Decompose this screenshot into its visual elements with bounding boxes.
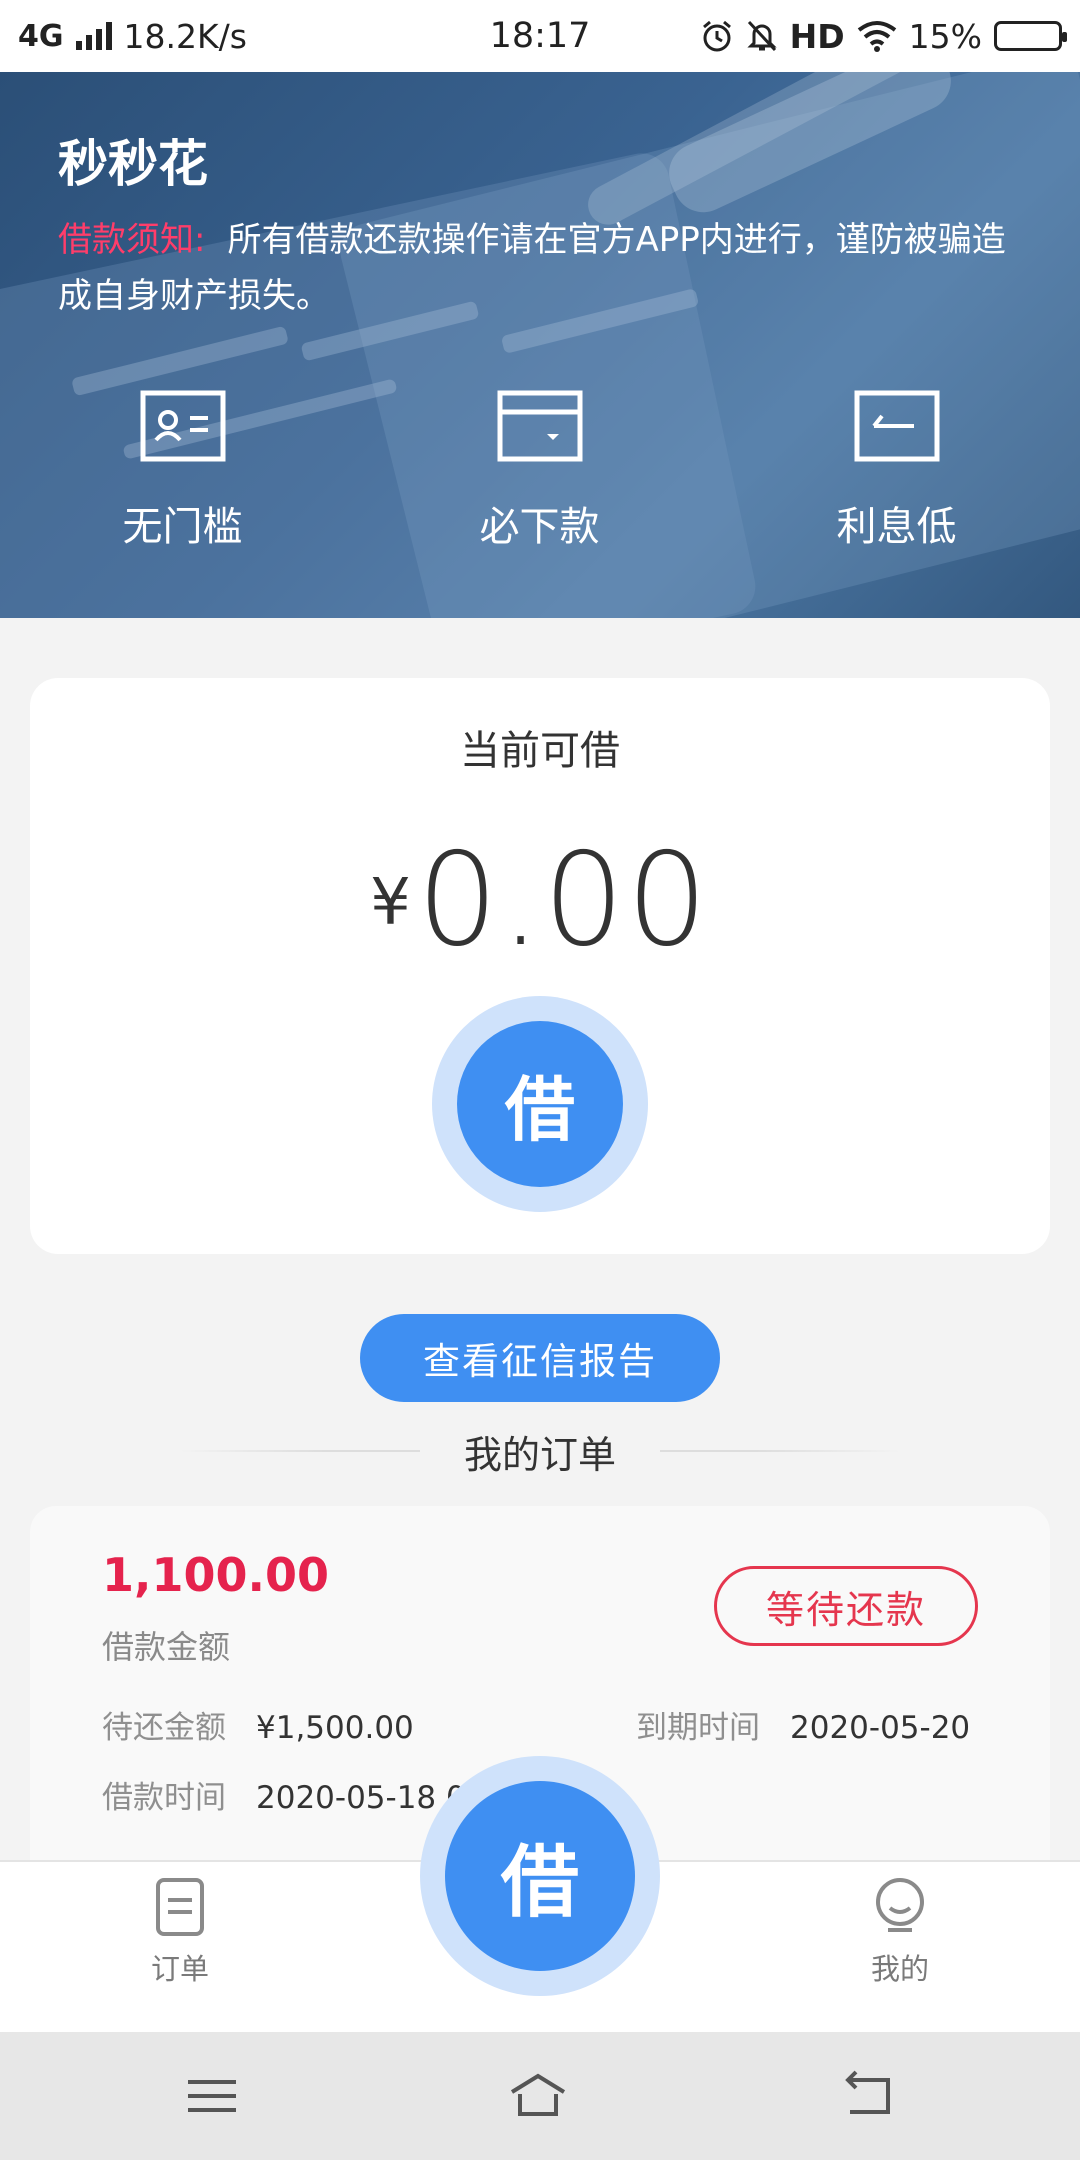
signal-icon: [75, 22, 112, 50]
feature-low-interest: 利息低: [718, 390, 1075, 552]
alarm-icon: [702, 20, 731, 52]
credit-amount-value: 0.00: [416, 826, 710, 975]
status-right: HD 15%: [700, 16, 1067, 56]
user-profile-icon: [876, 1878, 924, 1932]
divider: [660, 1450, 901, 1452]
due-amount-row: 待还金额 ¥1,500.00: [102, 1702, 414, 1747]
menu-icon[interactable]: [182, 2070, 242, 2122]
order-amount: 1,100.00: [102, 1548, 329, 1602]
tab-mine[interactable]: 我的: [830, 1876, 970, 1988]
tab-mine-label: 我的: [870, 1952, 929, 1986]
loan-notice: 借款须知: 所有借款还款操作请在官方APP内进行，谨防被骗造成自身财产损失。: [58, 212, 1028, 324]
available-credit-title: 当前可借: [460, 728, 620, 774]
status-bar: 4G 18.2K/s 18:17 HD 15%: [0, 0, 1080, 72]
orders-section-header: 我的订单: [180, 1420, 901, 1482]
back-icon[interactable]: [838, 2070, 898, 2122]
feature-row: 无门槛 必下款 利息低: [0, 390, 1080, 552]
tab-orders[interactable]: 订单: [110, 1876, 250, 1988]
due-amount-label: 待还金额: [102, 1710, 226, 1746]
card-return-icon: [854, 390, 939, 462]
hd-indicator: HD: [789, 16, 845, 56]
network-type: 4G: [18, 18, 64, 54]
due-date-value: 2020-05-20: [790, 1710, 971, 1746]
borrow-fab-button[interactable]: 借: [420, 1756, 660, 1996]
wallet-icon: [497, 390, 582, 462]
notice-label: 借款须知:: [58, 220, 206, 260]
battery-icon: [994, 21, 1067, 51]
due-date-label: 到期时间: [636, 1710, 760, 1746]
available-credit-amount: ¥0.00: [30, 826, 1050, 975]
tab-orders-label: 订单: [150, 1952, 209, 1986]
home-icon[interactable]: [508, 2070, 568, 2122]
due-amount-value: ¥1,500.00: [256, 1710, 414, 1746]
orders-title: 我的订单: [464, 1432, 617, 1477]
loan-time-value: 2020-05-18 0: [256, 1780, 466, 1816]
id-card-icon: [140, 390, 225, 462]
due-date-row: 到期时间 2020-05-20: [636, 1702, 970, 1747]
order-list-icon: [156, 1878, 204, 1936]
loan-time-label: 借款时间: [102, 1780, 226, 1816]
currency-symbol: ¥: [370, 866, 411, 940]
wifi-icon: [857, 21, 896, 52]
feature-label: 无门槛: [122, 504, 243, 550]
app-title: 秒秒花: [58, 135, 208, 193]
feature-guaranteed: 必下款: [361, 390, 718, 552]
borrow-fab-label: 借: [445, 1781, 635, 1971]
loan-time-row: 借款时间 2020-05-18 0: [102, 1772, 466, 1817]
status-left: 4G 18.2K/s: [18, 17, 247, 56]
order-status-badge[interactable]: 等待还款: [714, 1566, 978, 1646]
order-amount-label: 借款金额: [102, 1628, 231, 1666]
mute-bell-icon: [747, 20, 777, 52]
feature-label: 利息低: [836, 504, 957, 550]
network-speed: 18.2K/s: [123, 16, 247, 56]
divider: [180, 1450, 420, 1452]
borrow-button-label: 借: [457, 1021, 623, 1187]
feature-no-threshold: 无门槛: [4, 390, 361, 552]
feature-label: 必下款: [479, 504, 600, 550]
system-navigation-bar: [0, 2032, 1080, 2160]
available-credit-card: 当前可借 ¥0.00 借: [30, 678, 1050, 1254]
view-credit-report-button[interactable]: 查看征信报告: [360, 1314, 720, 1402]
hero-banner: 秒秒花 借款须知: 所有借款还款操作请在官方APP内进行，谨防被骗造成自身财产损失…: [0, 72, 1080, 618]
battery-percent: 15%: [908, 16, 982, 56]
borrow-button[interactable]: 借: [432, 996, 648, 1212]
